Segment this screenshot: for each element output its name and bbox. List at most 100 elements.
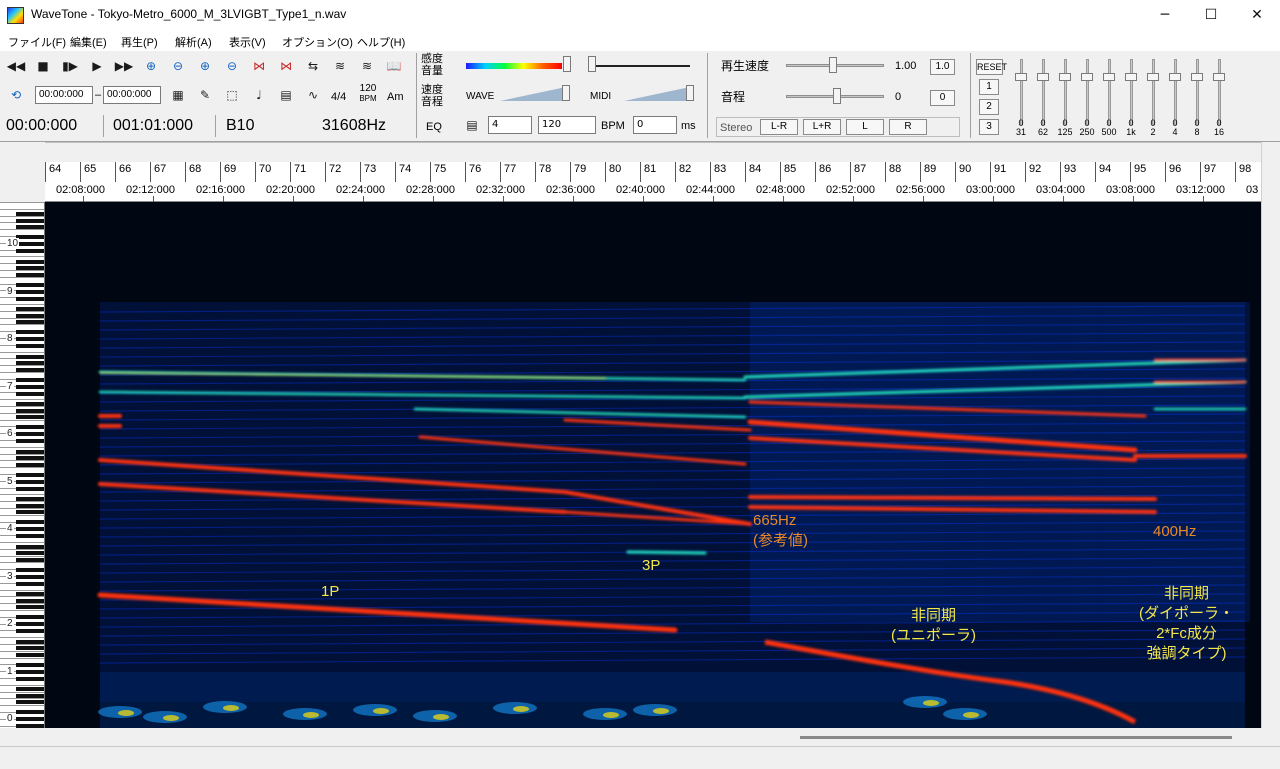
black-key — [16, 567, 44, 572]
eq-band-slider[interactable] — [1147, 59, 1159, 125]
spectrogram-view[interactable]: 1P 3P 665Hz (参考値) 400Hz 非同期 (ユニポーラ) 非同期 (ダイ… — [45, 202, 1261, 728]
timeline-ruler[interactable]: 64 65 66 67 68 69 70 71 72 73 74 75 76 77 78 79 80 81 82 83… — [45, 162, 1274, 202]
piano-keyboard[interactable]: 10 9 8 7 6 5 4 3 2 1 0 — [0, 202, 45, 728]
range-end-input[interactable]: 00:00:000 — [103, 86, 161, 104]
eq-band-slider[interactable] — [1169, 59, 1181, 125]
color-sensitivity-thumb[interactable] — [563, 56, 571, 72]
minimize-button[interactable]: ─ — [1142, 0, 1188, 31]
wave-volume-thumb[interactable] — [562, 85, 570, 101]
black-key — [16, 225, 44, 230]
channel-r-button[interactable]: R — [889, 119, 927, 135]
eq-band-slider[interactable] — [1213, 59, 1225, 125]
eq-band-knob[interactable] — [1191, 73, 1203, 81]
vertical-scrollbar[interactable] — [1261, 142, 1280, 728]
eq-band-slider[interactable] — [1191, 59, 1203, 125]
pause-play-icon[interactable]: ▮▶ — [60, 56, 80, 76]
rewind-icon[interactable]: ◀◀ — [6, 56, 26, 76]
eq-preset-3-button[interactable]: 3 — [979, 119, 999, 135]
sensitivity-label: 感度 音量 — [421, 53, 443, 77]
curve-icon[interactable]: ∿ — [303, 85, 323, 105]
stereo-label[interactable]: Stereo — [720, 122, 752, 134]
horizontal-scrollbar[interactable] — [0, 728, 1280, 746]
time-label: 02:12:000 — [126, 184, 175, 196]
eq-preset-2-button[interactable]: 2 — [979, 99, 999, 115]
measure-label: 92 — [1029, 163, 1042, 175]
beats-input[interactable]: 4 — [488, 116, 532, 134]
range-dash: – — [95, 89, 102, 101]
channel-l-button[interactable]: L — [846, 119, 884, 135]
annotation-async-dipolar: 非同期 (ダイポーラ・ 2*Fc成分 強調タイプ) — [1139, 585, 1234, 662]
zoom-out-vertical-icon[interactable]: ⊖ — [222, 56, 242, 76]
loop-icon[interactable]: ⟲ — [6, 85, 26, 105]
eq-band-slider[interactable] — [1103, 59, 1115, 125]
midi-volume-thumb[interactable] — [686, 85, 694, 101]
black-key — [16, 676, 44, 681]
midi-volume-ramp[interactable] — [624, 87, 690, 101]
pitch-thumb[interactable] — [833, 88, 841, 104]
fast-forward-icon[interactable]: ▶▶ — [114, 56, 134, 76]
grid-view-icon[interactable]: ▦ — [168, 85, 188, 105]
bpm-input[interactable]: 120 — [538, 116, 596, 134]
eq-band-knob[interactable] — [1059, 73, 1071, 81]
eq-band-knob[interactable] — [1037, 73, 1049, 81]
eq-band-knob[interactable] — [1125, 73, 1137, 81]
time-signature[interactable]: 4/4 — [331, 91, 346, 103]
volume-bar[interactable] — [592, 65, 690, 67]
eq-band-slider[interactable] — [1125, 59, 1137, 125]
wave-volume-ramp[interactable] — [500, 87, 566, 101]
playback-speed-thumb[interactable] — [829, 57, 837, 73]
menu-view[interactable]: 表示(V) — [229, 34, 266, 50]
note-readout: B10 — [226, 117, 255, 134]
channel-lminusr-button[interactable]: L-R — [760, 119, 798, 135]
menu-help[interactable]: ヘルプ(H) — [357, 34, 405, 50]
menu-analyze[interactable]: 解析(A) — [175, 34, 212, 50]
stop-icon[interactable]: ■ — [33, 56, 53, 76]
menu-play[interactable]: 再生(P) — [121, 34, 158, 50]
horizontal-scroll-thumb[interactable] — [800, 736, 1232, 739]
table-icon[interactable]: ▤ — [276, 85, 296, 105]
eq-band-knob[interactable] — [1103, 73, 1115, 81]
eq-band-slider[interactable] — [1037, 59, 1049, 125]
select-rect-icon[interactable]: ⬚ — [222, 85, 242, 105]
volume-thumb[interactable] — [588, 56, 596, 72]
menu-file[interactable]: ファイル(F) — [8, 34, 66, 50]
measure-tick — [605, 162, 606, 182]
eq-band-slider[interactable] — [1059, 59, 1071, 125]
play-icon[interactable]: ▶ — [87, 56, 107, 76]
eq-band-knob[interactable] — [1169, 73, 1181, 81]
pitch-reset-button[interactable]: 0 — [930, 90, 955, 106]
ms-input[interactable]: 0 — [633, 116, 677, 134]
black-key — [16, 415, 44, 420]
expand-icon[interactable]: ⋈ — [249, 56, 269, 76]
range-start-input[interactable]: 00:00:000 — [35, 86, 93, 104]
shrink-icon[interactable]: ⋈ — [276, 56, 296, 76]
eq-band-knob[interactable] — [1147, 73, 1159, 81]
zoom-in-horizontal-icon[interactable]: ⊕ — [141, 56, 161, 76]
waveform-icon[interactable]: ≋ — [330, 56, 350, 76]
menu-options[interactable]: オプション(O) — [282, 34, 353, 50]
eq-band-track — [1042, 59, 1045, 125]
zoom-out-horizontal-icon[interactable]: ⊖ — [168, 56, 188, 76]
playback-speed-reset-button[interactable]: 1.0 — [930, 59, 955, 75]
pencil-icon[interactable]: ✎ — [195, 85, 215, 105]
eq-reset-button[interactable]: RESET — [976, 59, 1007, 75]
waveform-alt-icon[interactable]: ≋ — [357, 56, 377, 76]
note-icon[interactable]: ♩ — [249, 85, 269, 105]
close-button[interactable]: ✕ — [1234, 0, 1280, 31]
menu-edit[interactable]: 編集(E) — [70, 34, 107, 50]
maximize-button[interactable]: ☐ — [1188, 0, 1234, 31]
key-label[interactable]: Am — [387, 91, 404, 103]
eq-band-knob[interactable] — [1213, 73, 1225, 81]
eq-band-knob[interactable] — [1015, 73, 1027, 81]
book-icon[interactable]: 📖 — [384, 56, 404, 76]
channel-lplusr-button[interactable]: L+R — [803, 119, 841, 135]
eq-band-label: 0 125 — [1057, 118, 1073, 137]
eq-band-knob[interactable] — [1081, 73, 1093, 81]
eq-preset-1-button[interactable]: 1 — [979, 79, 999, 95]
swap-icon[interactable]: ⇆ — [303, 56, 323, 76]
bpm-icon[interactable]: 120 BPM — [357, 84, 379, 104]
eq-band-slider[interactable] — [1081, 59, 1093, 125]
color-sensitivity-bar[interactable] — [466, 63, 562, 69]
zoom-in-vertical-icon[interactable]: ⊕ — [195, 56, 215, 76]
eq-band-slider[interactable] — [1015, 59, 1027, 125]
